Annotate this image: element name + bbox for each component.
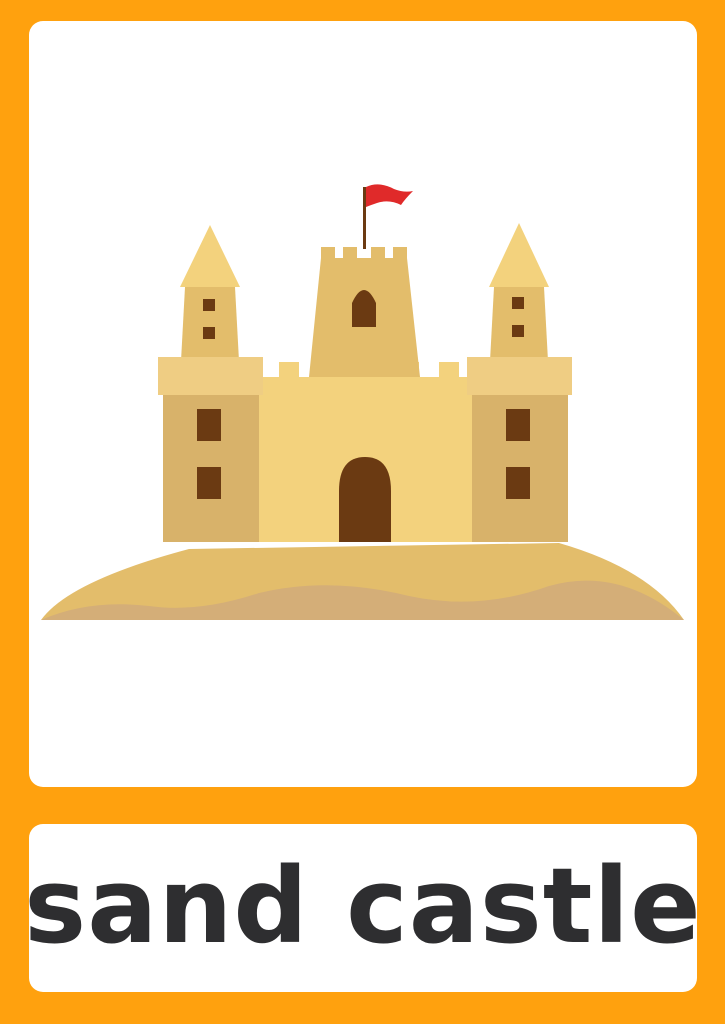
word-label-panel: sand castle <box>24 824 701 992</box>
castle-central-keep <box>309 247 420 377</box>
flag-icon <box>363 184 413 249</box>
castle-door <box>339 457 391 542</box>
castle-right-tower <box>467 223 572 542</box>
sand-castle-icon <box>41 184 684 620</box>
flashcard-word: sand castle <box>24 845 702 967</box>
castle-left-tower <box>158 225 263 542</box>
illustration-panel <box>29 21 697 787</box>
sand-mound <box>41 543 684 620</box>
